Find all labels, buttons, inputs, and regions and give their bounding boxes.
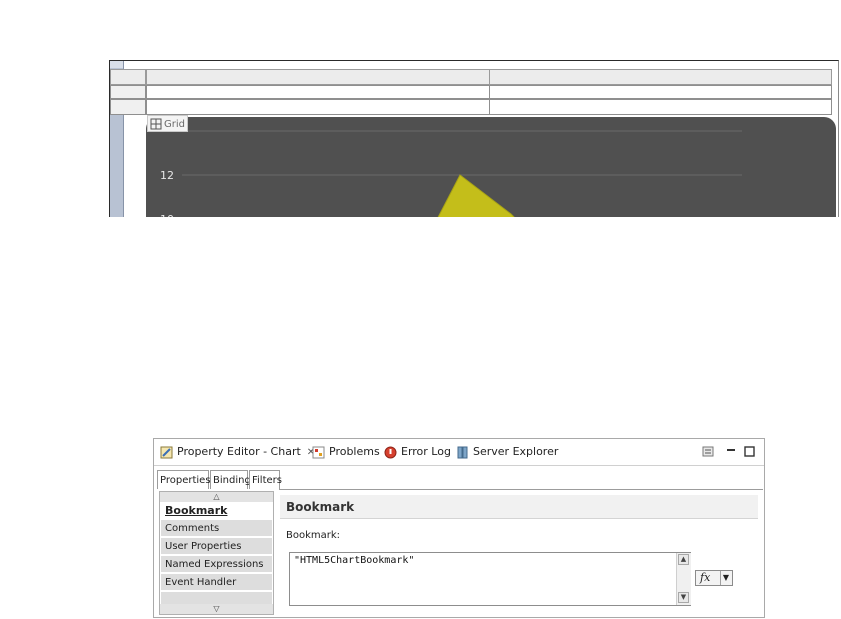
tab-problems[interactable]: Problems <box>312 443 380 461</box>
expression-builder-button[interactable]: fx ▼ <box>695 570 733 586</box>
category-list: △ Bookmark Comments User Properties Name… <box>159 491 274 615</box>
grid-cell[interactable] <box>489 85 832 99</box>
scroll-up-icon[interactable]: ▲ <box>678 554 689 565</box>
grid-label: Grid <box>164 119 185 130</box>
fx-icon: fx <box>700 571 711 584</box>
chart-element[interactable]: 12 10 <box>146 117 836 217</box>
bookmark-textarea[interactable]: "HTML5ChartBookmark" <box>289 552 691 606</box>
problems-icon <box>312 446 325 458</box>
chart-tick-label: 10 <box>160 213 174 217</box>
maximize-icon[interactable] <box>744 446 755 457</box>
tab-binding[interactable]: Binding <box>210 470 251 489</box>
scroll-up-icon[interactable]: △ <box>160 492 273 502</box>
scroll-down-icon[interactable]: ▽ <box>160 604 273 614</box>
category-item-user-properties[interactable]: User Properties <box>161 538 272 555</box>
grid-table[interactable] <box>110 69 832 115</box>
tab-error-log[interactable]: Error Log <box>384 443 451 461</box>
error-log-icon <box>384 446 397 458</box>
category-item-bookmark[interactable]: Bookmark <box>161 502 272 519</box>
tab-error-log-label: Error Log <box>401 445 451 458</box>
chart-preview: 12 10 <box>160 130 742 217</box>
property-editor-icon <box>160 446 173 458</box>
chart-tick-label: 12 <box>160 169 174 182</box>
minimize-icon[interactable] <box>726 448 736 456</box>
bookmark-scrollbar[interactable]: ▲ ▼ <box>676 553 691 605</box>
grid-cell[interactable] <box>146 85 490 99</box>
view-tab-bar: Property Editor - Chart ✕ Problems Error … <box>154 439 764 466</box>
grid-row-header-1[interactable] <box>110 85 146 99</box>
tab-server-explorer-label: Server Explorer <box>473 445 559 458</box>
subtab-divider <box>279 489 763 490</box>
tab-server-explorer[interactable]: Server Explorer <box>456 443 558 461</box>
view-menu-icon[interactable] <box>702 446 716 458</box>
grid-icon <box>150 118 162 130</box>
bookmark-value: "HTML5ChartBookmark" <box>294 555 415 566</box>
category-item-event-handler[interactable]: Event Handler <box>161 574 272 591</box>
section-title: Bookmark <box>280 495 758 519</box>
category-item-named-expressions[interactable]: Named Expressions <box>161 556 272 573</box>
property-editor-panel: Property Editor - Chart ✕ Problems Error … <box>153 438 765 618</box>
tab-property-editor-label: Property Editor - Chart <box>177 445 301 458</box>
category-item-comments[interactable]: Comments <box>161 520 272 537</box>
chart-area-shape <box>437 174 515 217</box>
tab-properties[interactable]: Properties <box>157 470 211 489</box>
grid-cell[interactable] <box>146 99 490 115</box>
tab-filters[interactable]: Filters <box>249 470 282 489</box>
grid-label-chip[interactable]: Grid <box>147 115 188 132</box>
tab-problems-label: Problems <box>329 445 380 458</box>
tab-property-editor[interactable]: Property Editor - Chart ✕ <box>160 443 315 461</box>
grid-row-header-2[interactable] <box>110 99 146 115</box>
grid-cell[interactable] <box>489 99 832 115</box>
grid-column-header-1[interactable] <box>146 69 490 85</box>
server-explorer-icon <box>457 446 468 458</box>
layout-corner <box>110 61 123 68</box>
report-layout-canvas: 12 10 Grid <box>109 60 839 217</box>
scroll-down-icon[interactable]: ▼ <box>678 592 689 603</box>
bookmark-field-label: Bookmark: <box>286 530 341 541</box>
grid-corner-cell[interactable] <box>110 69 146 85</box>
grid-column-header-2[interactable] <box>489 69 832 85</box>
dropdown-arrow-icon[interactable]: ▼ <box>719 571 729 585</box>
